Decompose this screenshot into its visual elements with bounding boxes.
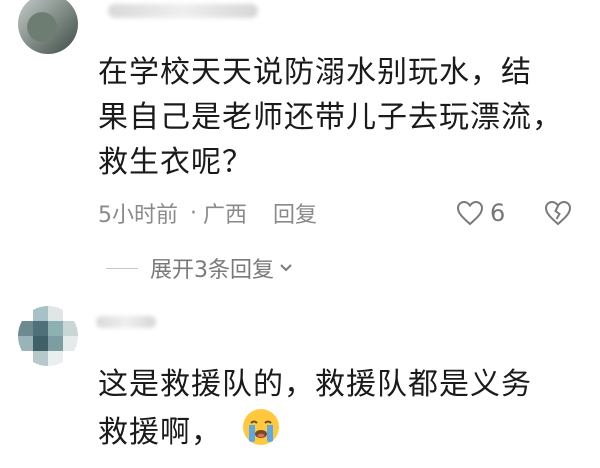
- comment-line: 救援啊，: [98, 415, 222, 450]
- comment-text: 这是救援队的，救援队都是义务 救援啊，: [98, 362, 532, 460]
- avatar[interactable]: [18, 306, 78, 366]
- comment-line: 这是救援队的，救援队都是义务: [98, 367, 532, 402]
- comment-item-2: 这是救援队的，救援队都是义务 救援啊，: [0, 0, 600, 468]
- username-blurred: [96, 316, 156, 328]
- crying-face-emoji-icon: [241, 407, 281, 460]
